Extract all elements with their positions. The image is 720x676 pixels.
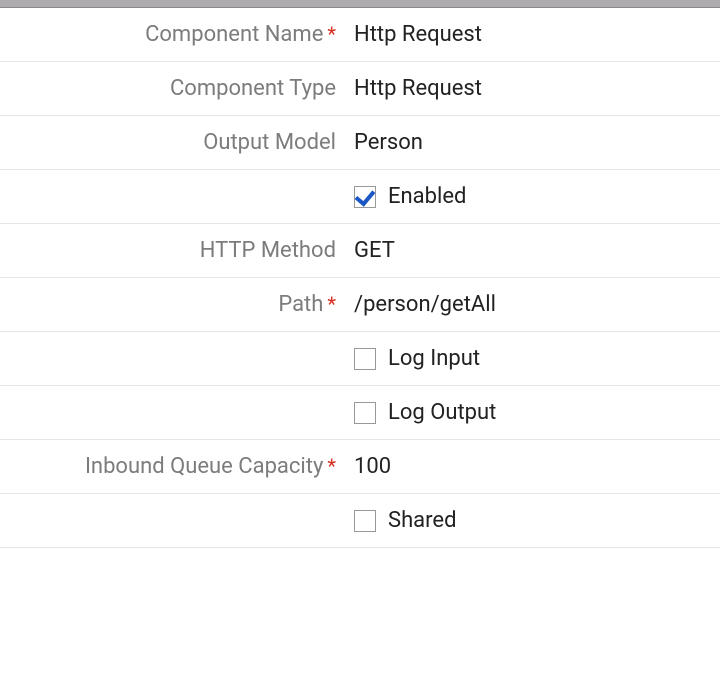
label-output-model: Output Model [14, 130, 354, 155]
row-log-input: Log Input [0, 332, 720, 386]
label-http-method: HTTP Method [14, 238, 354, 263]
value-text: Person [354, 130, 423, 155]
value-text: GET [354, 238, 395, 263]
checkbox-label: Log Output [388, 400, 496, 425]
checkbox-label: Shared [388, 508, 456, 533]
value-log-input: Log Input [354, 346, 706, 371]
label-component-name: Component Name* [14, 22, 354, 47]
label-text: Inbound Queue Capacity [85, 454, 323, 479]
value-enabled: Enabled [354, 184, 706, 209]
checkbox-shared[interactable] [354, 510, 376, 532]
checkbox-label: Enabled [388, 184, 466, 209]
row-shared: Shared [0, 494, 720, 548]
properties-form: Component Name* Http Request Component T… [0, 8, 720, 548]
required-marker: * [327, 292, 336, 316]
label-text: Path [278, 292, 323, 317]
checkbox-log-input[interactable] [354, 348, 376, 370]
value-text: /person/getAll [354, 292, 496, 317]
row-path: Path* /person/getAll [0, 278, 720, 332]
value-component-type: Http Request [354, 76, 706, 101]
value-path[interactable]: /person/getAll [354, 292, 706, 317]
row-enabled: Enabled [0, 170, 720, 224]
label-path: Path* [14, 292, 354, 317]
value-text: Http Request [354, 76, 482, 101]
checkbox-label: Log Input [388, 346, 480, 371]
label-inbound-queue-capacity: Inbound Queue Capacity* [14, 454, 354, 479]
checkbox-enabled[interactable] [354, 186, 376, 208]
top-divider [0, 0, 720, 8]
checkbox-log-output[interactable] [354, 402, 376, 424]
value-http-method[interactable]: GET [354, 238, 706, 263]
required-marker: * [327, 454, 336, 478]
label-text: Component Type [170, 76, 336, 101]
row-output-model: Output Model Person [0, 116, 720, 170]
row-inbound-queue-capacity: Inbound Queue Capacity* 100 [0, 440, 720, 494]
label-text: HTTP Method [200, 238, 336, 263]
row-http-method: HTTP Method GET [0, 224, 720, 278]
required-marker: * [327, 22, 336, 46]
value-text: Http Request [354, 22, 482, 47]
value-inbound-queue-capacity[interactable]: 100 [354, 454, 706, 479]
label-text: Component Name [145, 22, 323, 47]
row-component-name: Component Name* Http Request [0, 8, 720, 62]
value-text: 100 [354, 454, 391, 479]
value-output-model[interactable]: Person [354, 130, 706, 155]
label-text: Output Model [203, 130, 336, 155]
row-log-output: Log Output [0, 386, 720, 440]
value-component-name[interactable]: Http Request [354, 22, 706, 47]
label-component-type: Component Type [14, 76, 354, 101]
value-log-output: Log Output [354, 400, 706, 425]
row-component-type: Component Type Http Request [0, 62, 720, 116]
value-shared: Shared [354, 508, 706, 533]
